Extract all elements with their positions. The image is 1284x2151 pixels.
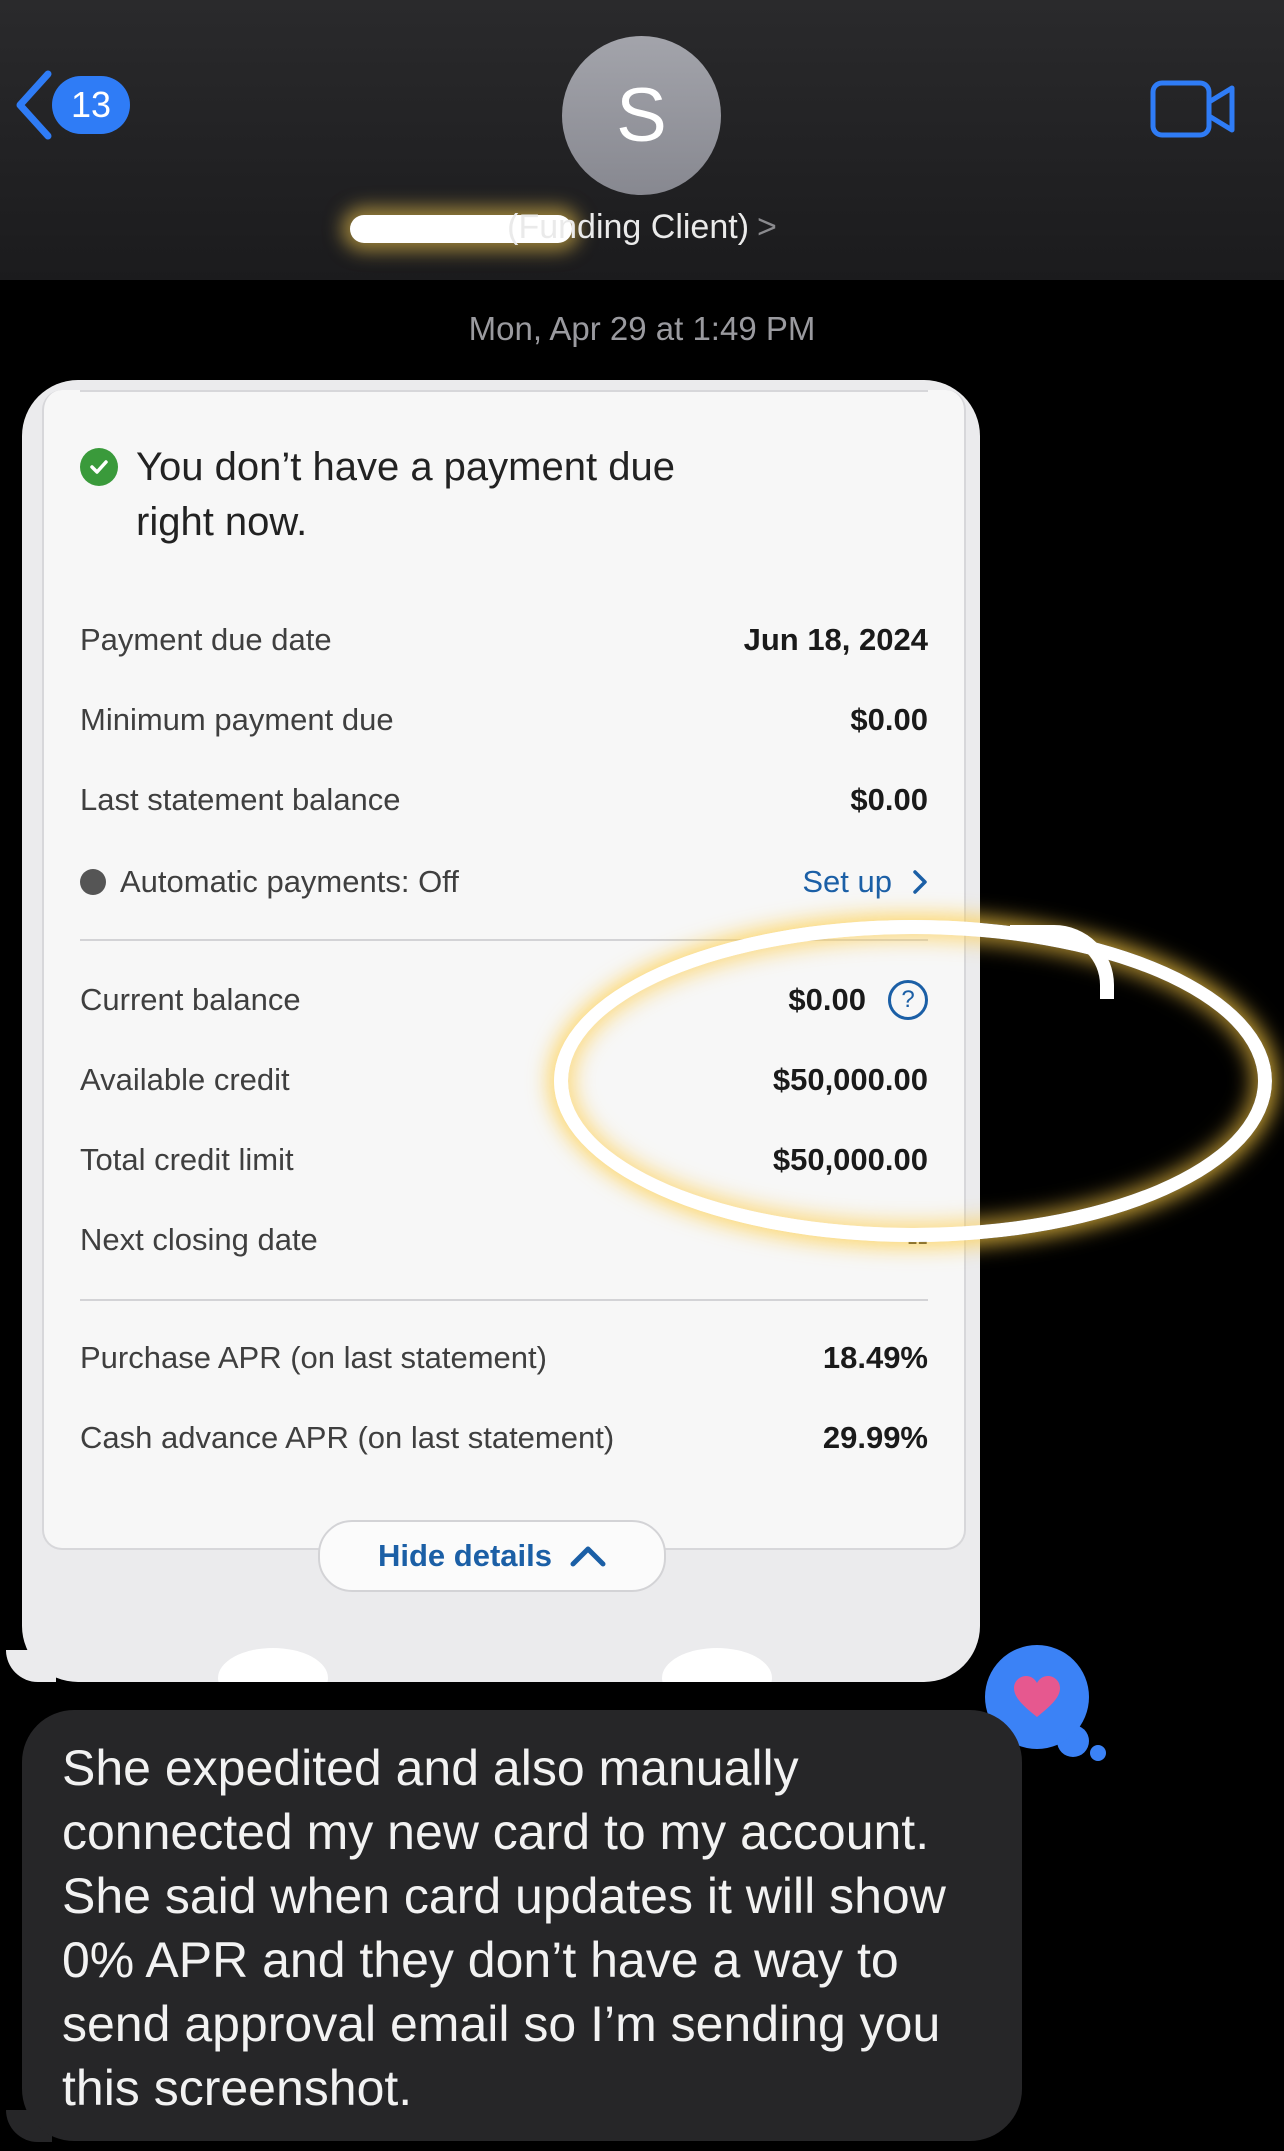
contact-avatar[interactable]: S <box>562 36 721 195</box>
row-label: Minimum payment due <box>80 702 394 737</box>
set-up-link[interactable]: Set up <box>802 864 928 900</box>
row-label: Available credit <box>80 1062 290 1097</box>
conversation-header: 13 S (Funding Client) > <box>0 0 1284 280</box>
row-label: Current balance <box>80 982 301 1017</box>
message-timestamp: Mon, Apr 29 at 1:49 PM <box>468 310 816 347</box>
contact-name: (Funding Client) <box>507 208 750 246</box>
highlight-stroke-annotation <box>1010 925 1114 999</box>
status-dot-icon <box>80 869 106 895</box>
row-value: $0.00 <box>850 782 928 817</box>
unread-count-badge: 13 <box>52 76 130 134</box>
row-payment-due-date: Payment due date Jun 18, 2024 <box>80 620 928 660</box>
payment-notice-text: You don’t have a payment due right now. <box>136 445 675 544</box>
message-text: She expedited and also manually connecte… <box>62 1740 946 2116</box>
tapback-dot-small <box>1090 1745 1106 1761</box>
row-value: Jun 18, 2024 <box>743 622 928 657</box>
chevron-up-icon <box>570 1546 606 1567</box>
payment-notice: You don’t have a payment due right now. <box>80 440 740 550</box>
chevron-right-icon: > <box>757 208 777 246</box>
hide-details-button[interactable]: Hide details <box>318 1520 666 1592</box>
contact-name-button[interactable]: (Funding Client) > <box>0 208 1284 247</box>
section-divider <box>80 1299 928 1301</box>
cropped-icon-circle <box>662 1648 772 1682</box>
row-label: Automatic payments: Off <box>120 864 459 899</box>
row-label: Next closing date <box>80 1222 318 1257</box>
row-label: Last statement balance <box>80 782 401 817</box>
back-button[interactable]: 13 <box>12 70 130 140</box>
row-automatic-payments: Automatic payments: Off Set up <box>80 862 928 902</box>
card-top-divider <box>80 390 928 392</box>
row-last-statement-balance: Last statement balance $0.00 <box>80 780 928 820</box>
row-value: $0.00 <box>850 702 928 737</box>
video-call-button[interactable] <box>1150 80 1236 143</box>
row-label: Cash advance APR (on last statement) <box>80 1420 615 1455</box>
highlight-circle-annotation <box>554 920 1272 1242</box>
video-call-icon <box>1150 80 1235 138</box>
row-minimum-payment: Minimum payment due $0.00 <box>80 700 928 740</box>
checkmark-icon <box>80 448 118 486</box>
row-label: Total credit limit <box>80 1142 294 1177</box>
row-cash-advance-apr: Cash advance APR (on last statement) 29.… <box>80 1418 928 1458</box>
row-label: Purchase APR (on last statement) <box>80 1340 547 1375</box>
row-purchase-apr: Purchase APR (on last statement) 18.49% <box>80 1338 928 1378</box>
set-up-label: Set up <box>802 864 892 899</box>
cropped-icon-circle <box>218 1648 328 1682</box>
back-chevron-icon <box>16 70 52 140</box>
avatar-initial: S <box>616 73 667 158</box>
hide-details-label: Hide details <box>378 1538 552 1573</box>
row-value: 18.49% <box>822 1340 928 1375</box>
text-message-bubble[interactable]: She expedited and also manually connecte… <box>22 1710 1022 2141</box>
row-label: Payment due date <box>80 622 332 657</box>
chevron-right-icon <box>913 870 927 894</box>
row-value: 29.99% <box>822 1420 928 1455</box>
heart-icon <box>1014 1676 1060 1717</box>
